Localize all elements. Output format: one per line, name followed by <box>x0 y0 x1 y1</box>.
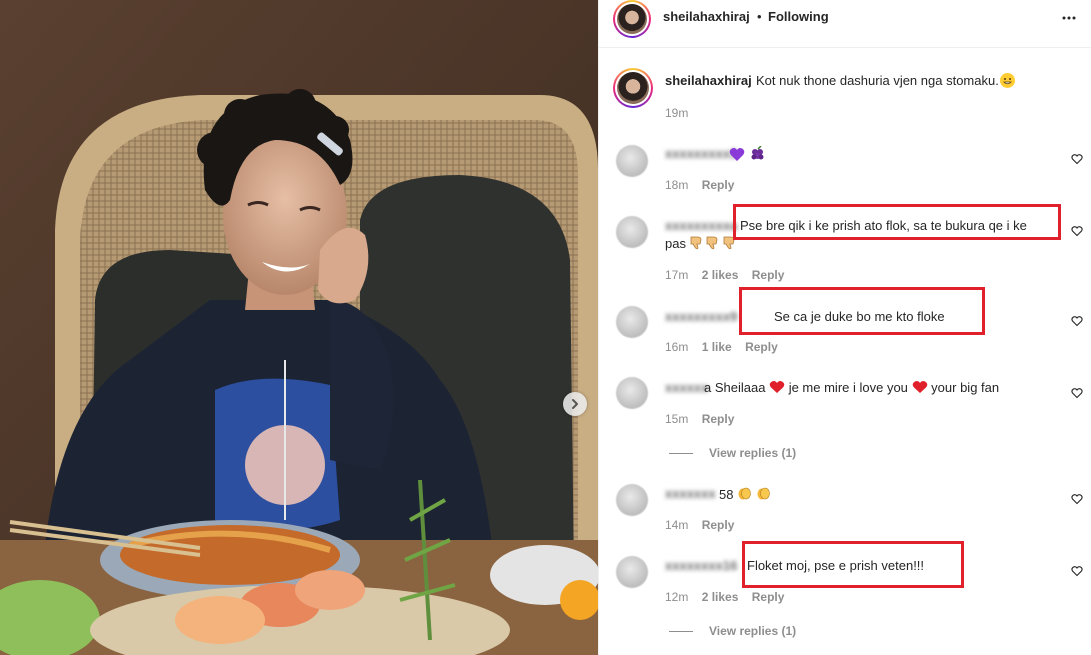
comment-meta: 15m Reply <box>665 412 744 426</box>
caption-time: 19m <box>665 106 689 120</box>
post-photo <box>0 0 598 655</box>
comment-username[interactable]: xxxxxxxxx3 <box>665 146 737 161</box>
comment-time: 12m <box>665 590 689 604</box>
thumbs-down-icon <box>690 236 701 250</box>
more-horizontal-icon[interactable] <box>1061 10 1077 26</box>
comment-username[interactable]: xxxxxxxxx9 <box>665 309 737 324</box>
comment-username[interactable]: xxxxxxx <box>665 486 716 501</box>
comment-avatar[interactable] <box>616 556 648 588</box>
comment-text: 58 <box>719 486 771 502</box>
grapes-icon <box>751 146 764 160</box>
post-image <box>0 0 598 655</box>
like-heart-icon[interactable] <box>1071 565 1083 577</box>
reply-button[interactable]: Reply <box>702 518 735 532</box>
comment-avatar[interactable] <box>616 377 648 409</box>
likes-count[interactable]: 2 likes <box>702 268 739 282</box>
red-heart-icon <box>769 381 785 393</box>
highlight-box <box>733 204 1061 240</box>
caption-username[interactable]: sheilahaxhiraj <box>665 73 752 88</box>
comment-time: 17m <box>665 268 689 282</box>
following-button[interactable]: Following <box>768 9 829 24</box>
reply-button[interactable]: Reply <box>752 590 785 604</box>
clapping-hands-icon <box>757 487 770 500</box>
comment-avatar[interactable] <box>616 216 648 248</box>
purple-heart-icon <box>729 148 745 161</box>
chevron-right-icon <box>572 399 578 409</box>
comment-avatar[interactable] <box>616 484 648 516</box>
like-heart-icon[interactable] <box>1071 387 1083 399</box>
comment-text-continued: pas <box>665 236 736 251</box>
reply-button[interactable]: Reply <box>745 340 778 354</box>
red-heart-icon <box>912 381 927 393</box>
likes-count[interactable]: 2 likes <box>702 590 739 604</box>
comment-time: 14m <box>665 518 689 532</box>
comment-meta: 16m 1 like Reply <box>665 340 788 354</box>
comment-avatar[interactable] <box>616 145 648 177</box>
comment-emojis <box>729 146 765 163</box>
comment-username[interactable]: xxxxxxxx16 <box>665 558 737 573</box>
comment-meta: 12m 2 likes Reply <box>665 590 794 604</box>
like-heart-icon[interactable] <box>1071 315 1083 327</box>
reply-button[interactable]: Reply <box>702 412 735 426</box>
next-photo-button[interactable] <box>563 392 587 416</box>
comment-meta: 14m Reply <box>665 518 744 532</box>
reply-button[interactable]: Reply <box>702 178 735 192</box>
like-heart-icon[interactable] <box>1071 493 1083 505</box>
clapping-hands-icon <box>738 487 751 500</box>
comment-time: 18m <box>665 178 689 192</box>
comments-panel: sheilahaxhiraj • Following sheilahaxhira… <box>598 0 1091 655</box>
author-username[interactable]: sheilahaxhiraj <box>663 9 750 24</box>
author-avatar[interactable] <box>613 0 651 38</box>
highlight-box <box>742 541 964 588</box>
grinning-emoji-icon <box>999 73 1015 88</box>
separator-dot: • <box>757 9 762 24</box>
caption-avatar[interactable] <box>613 68 653 108</box>
comment-username[interactable]: xxxxxxxxxa <box>665 218 737 233</box>
like-heart-icon[interactable] <box>1071 225 1083 237</box>
post-header: sheilahaxhiraj • Following <box>599 0 1091 48</box>
thumbs-down-icon <box>706 236 718 250</box>
comment-meta: 17m 2 likes Reply <box>665 268 794 282</box>
like-heart-icon[interactable] <box>1071 153 1083 165</box>
comment-username[interactable]: xxxxxx <box>665 380 708 395</box>
comment-time: 16m <box>665 340 689 354</box>
comment-meta: 18m Reply <box>665 178 744 192</box>
caption-text: Kot nuk thone dashuria vjen nga stomaku. <box>756 73 1015 88</box>
highlight-box <box>739 287 985 335</box>
view-replies-button[interactable]: View replies (1) <box>669 446 796 460</box>
comment-text: a Sheilaaa je me mire i love you your bi… <box>704 380 1000 395</box>
comment-time: 15m <box>665 412 689 426</box>
view-replies-button[interactable]: View replies (1) <box>669 624 796 638</box>
likes-count[interactable]: 1 like <box>702 340 732 354</box>
reply-button[interactable]: Reply <box>752 268 785 282</box>
comment-avatar[interactable] <box>616 306 648 338</box>
